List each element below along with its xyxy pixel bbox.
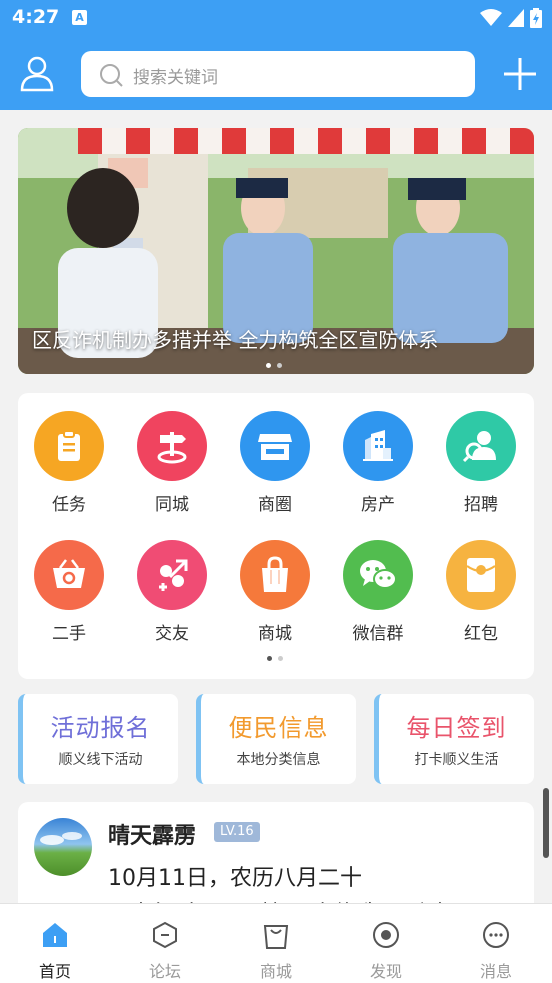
building-icon (343, 411, 413, 481)
grid-pagination (267, 656, 283, 661)
grid-item-house[interactable]: 房产 (333, 411, 423, 521)
post-author[interactable]: 晴天霹雳 (108, 818, 196, 850)
discover-icon (346, 918, 426, 952)
signpost-icon (137, 411, 207, 481)
grid-label: 红包 (464, 624, 498, 644)
quick-title: 便民信息 (228, 714, 329, 742)
add-button[interactable] (502, 56, 538, 92)
search-placeholder: 搜索关键词 (133, 68, 218, 88)
grid-label: 微信群 (352, 624, 404, 644)
avatar[interactable] (34, 818, 92, 876)
shopping-bag-icon (236, 918, 316, 952)
search-icon (100, 64, 123, 87)
tab-discover[interactable]: 发现 (346, 918, 426, 982)
category-grid: 任务 同城 商圈 房产 招聘 二手 交友 商城 微信群 红包 (18, 393, 534, 679)
status-bar: 4:27 A (0, 0, 552, 36)
wechat-icon (343, 540, 413, 610)
banner-caption: 区反诈机制办多措并举 全力构筑全区宣防体系 (32, 328, 439, 352)
grid-label: 房产 (361, 495, 395, 515)
grid-item-red-envelope[interactable]: 红包 (436, 540, 526, 650)
plus-icon (504, 58, 536, 90)
user-button[interactable] (18, 54, 56, 92)
grid-label: 二手 (52, 624, 86, 644)
banner-dot (277, 363, 282, 368)
grid-item-recruit[interactable]: 招聘 (436, 411, 526, 521)
level-badge: LV.16 (214, 822, 260, 842)
tab-forum[interactable]: 论坛 (125, 918, 205, 982)
quick-subtitle: 打卡顺义生活 (414, 752, 499, 768)
bottom-tab-bar: 首页 论坛 商城 发现 消息 (0, 903, 552, 983)
quick-link-checkin[interactable]: 每日签到 打卡顺义生活 (374, 694, 534, 784)
quick-subtitle: 本地分类信息 (236, 752, 321, 768)
signal-icon (508, 9, 524, 27)
grid-label: 交友 (155, 624, 189, 644)
home-icon (15, 918, 95, 952)
storefront-icon (240, 411, 310, 481)
tab-label: 发现 (369, 962, 402, 981)
quick-title: 活动报名 (50, 714, 151, 742)
grid-item-task[interactable]: 任务 (24, 411, 114, 521)
battery-icon (530, 8, 542, 28)
tab-label: 消息 (479, 962, 512, 981)
banner-carousel[interactable]: 区反诈机制办多措并举 全力构筑全区宣防体系 (18, 128, 534, 374)
app-header: 搜索关键词 (0, 36, 552, 110)
grid-label: 同城 (155, 495, 189, 515)
grid-item-secondhand[interactable]: 二手 (24, 540, 114, 650)
search-input[interactable]: 搜索关键词 (81, 51, 475, 97)
quick-subtitle: 顺义线下活动 (58, 752, 143, 768)
grid-label: 任务 (52, 495, 86, 515)
grid-dot-active (267, 656, 272, 661)
tab-home[interactable]: 首页 (15, 918, 95, 982)
grid-item-dating[interactable]: 交友 (127, 540, 217, 650)
grid-label: 商城 (258, 624, 292, 644)
notification-icon: A (72, 10, 87, 25)
tab-label: 商城 (259, 962, 292, 981)
forum-icon (125, 918, 205, 952)
grid-item-business[interactable]: 商圈 (230, 411, 320, 521)
tab-messages[interactable]: 消息 (456, 918, 536, 982)
quick-link-info[interactable]: 便民信息 本地分类信息 (196, 694, 356, 784)
post-text: 10月11日，农历八月二十 (108, 866, 362, 891)
gender-icon (137, 540, 207, 610)
grid-item-mall[interactable]: 商城 (230, 540, 320, 650)
tab-label: 首页 (38, 962, 71, 981)
scrollbar[interactable] (543, 788, 549, 858)
message-icon (456, 918, 536, 952)
red-envelope-icon (446, 540, 516, 610)
grid-dot (278, 656, 283, 661)
banner-dot-active (266, 363, 271, 368)
banner-pagination (266, 363, 282, 368)
tab-mall[interactable]: 商城 (236, 918, 316, 982)
quick-title: 每日签到 (406, 714, 507, 742)
clipboard-icon (34, 411, 104, 481)
status-icons (480, 8, 542, 28)
shopping-bag-icon (240, 540, 310, 610)
status-time: 4:27 (12, 6, 60, 28)
grid-label: 商圈 (258, 495, 292, 515)
tab-label: 论坛 (148, 962, 181, 981)
grid-item-wechat-group[interactable]: 微信群 (333, 540, 423, 650)
basket-icon (34, 540, 104, 610)
wifi-icon (480, 9, 502, 26)
recruit-icon (446, 411, 516, 481)
grid-label: 招聘 (464, 495, 498, 515)
grid-item-local[interactable]: 同城 (127, 411, 217, 521)
quick-link-events[interactable]: 活动报名 顺义线下活动 (18, 694, 178, 784)
user-icon (20, 56, 54, 92)
